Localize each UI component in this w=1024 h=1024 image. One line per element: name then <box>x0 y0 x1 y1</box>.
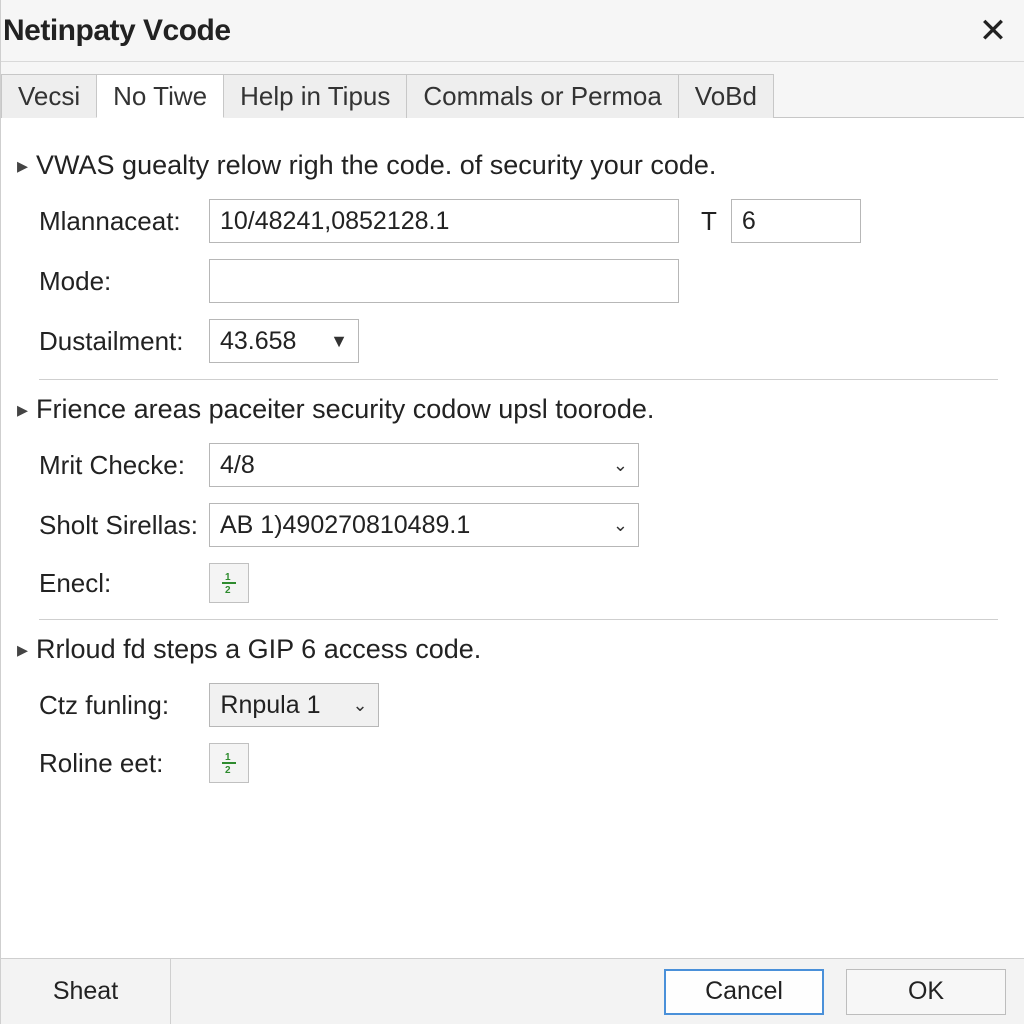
caret-down-icon: ▼ <box>330 331 348 352</box>
window-title: Netinpaty Vcode <box>3 14 231 48</box>
roline-button[interactable]: 1 2 <box>209 743 249 783</box>
dialog-footer: Sheat Cancel OK <box>1 958 1024 1024</box>
section2-heading-text: Frience areas paceiter security codow up… <box>36 394 654 425</box>
chevron-right-icon: ▸ <box>17 153 28 179</box>
dustailment-label: Dustailment: <box>39 326 209 357</box>
tab-label: No Tiwe <box>113 81 207 112</box>
section3-heading: ▸ Rrloud fd steps a GIP 6 access code. <box>17 634 998 665</box>
separator <box>39 619 998 620</box>
ok-button[interactable]: OK <box>846 969 1006 1015</box>
dialog-window: Netinpaty Vcode ✕ Vecsi No Tiwe Help in … <box>0 0 1024 1024</box>
tab-panel: ▸ VWAS guealty relow righ the code. of s… <box>1 118 1024 958</box>
mrit-value: 4/8 <box>220 451 255 480</box>
section2-heading: ▸ Frience areas paceiter security codow … <box>17 394 998 425</box>
row-enecl: Enecl: 1 2 <box>39 563 998 603</box>
svg-text:2: 2 <box>225 585 231 595</box>
tab-help-in-tipus[interactable]: Help in Tipus <box>223 74 407 118</box>
cancel-label: Cancel <box>705 977 783 1006</box>
sholt-combo[interactable]: AB 1)490270810489.1 ⌄ <box>209 503 639 547</box>
cancel-button[interactable]: Cancel <box>664 969 824 1015</box>
dustailment-combo[interactable]: 43.658 ▼ <box>209 319 359 363</box>
mrit-combo[interactable]: 4/8 ⌄ <box>209 443 639 487</box>
t-label: T <box>701 206 717 237</box>
separator <box>39 379 998 380</box>
tab-vecsi[interactable]: Vecsi <box>1 74 97 118</box>
t-input[interactable] <box>731 199 861 243</box>
row-mlannaceat: Mlannaceat: T <box>39 199 998 243</box>
fraction-icon: 1 2 <box>219 571 239 595</box>
tabstrip: Vecsi No Tiwe Help in Tipus Commals or P… <box>1 62 1024 118</box>
tab-label: VoBd <box>695 81 757 112</box>
chevron-right-icon: ▸ <box>17 637 28 663</box>
row-sholt-sirellas: Sholt Sirellas: AB 1)490270810489.1 ⌄ <box>39 503 998 547</box>
ok-label: OK <box>908 977 944 1006</box>
titlebar: Netinpaty Vcode ✕ <box>1 0 1024 62</box>
chevron-down-icon: ⌄ <box>613 455 628 476</box>
tab-no-tiwe[interactable]: No Tiwe <box>96 74 224 118</box>
row-dustailment: Dustailment: 43.658 ▼ <box>39 319 998 363</box>
enecl-label: Enecl: <box>39 568 209 599</box>
sheat-label: Sheat <box>53 977 118 1006</box>
section1-heading: ▸ VWAS guealty relow righ the code. of s… <box>17 150 998 181</box>
section3-heading-text: Rrloud fd steps a GIP 6 access code. <box>36 634 481 665</box>
tab-label: Vecsi <box>18 81 80 112</box>
dustailment-value: 43.658 <box>220 327 296 356</box>
row-ctz-funling: Ctz funling: Rnpula 1 ⌄ <box>39 683 998 727</box>
tab-label: Commals or Permoa <box>423 81 661 112</box>
chevron-right-icon: ▸ <box>17 397 28 423</box>
tab-vobd[interactable]: VoBd <box>678 74 774 118</box>
section1-heading-text: VWAS guealty relow righ the code. of sec… <box>36 150 716 181</box>
ctz-combo[interactable]: Rnpula 1 ⌄ <box>209 683 379 727</box>
row-roline-eet: Roline eet: 1 2 <box>39 743 998 783</box>
mlannaceat-input[interactable] <box>209 199 679 243</box>
tab-commals-or-permoa[interactable]: Commals or Permoa <box>406 74 678 118</box>
mode-input[interactable] <box>209 259 679 303</box>
mlannaceat-label: Mlannaceat: <box>39 206 209 237</box>
row-mrit-checke: Mrit Checke: 4/8 ⌄ <box>39 443 998 487</box>
fraction-icon: 1 2 <box>219 751 239 775</box>
chevron-down-icon: ⌄ <box>352 695 367 716</box>
sheat-button[interactable]: Sheat <box>1 959 171 1024</box>
footer-right: Cancel OK <box>664 969 1006 1015</box>
chevron-down-icon: ⌄ <box>613 515 628 536</box>
close-icon: ✕ <box>979 14 1008 48</box>
roline-label: Roline eet: <box>39 748 209 779</box>
mrit-label: Mrit Checke: <box>39 450 209 481</box>
sholt-value: AB 1)490270810489.1 <box>220 511 470 540</box>
ctz-label: Ctz funling: <box>39 690 209 721</box>
sholt-label: Sholt Sirellas: <box>39 510 209 541</box>
mode-label: Mode: <box>39 266 209 297</box>
svg-text:1: 1 <box>225 572 231 583</box>
svg-text:1: 1 <box>225 752 231 763</box>
tab-label: Help in Tipus <box>240 81 390 112</box>
ctz-value: Rnpula 1 <box>220 691 320 720</box>
enecl-button[interactable]: 1 2 <box>209 563 249 603</box>
close-button[interactable]: ✕ <box>972 10 1014 52</box>
row-mode: Mode: <box>39 259 998 303</box>
svg-text:2: 2 <box>225 765 231 775</box>
